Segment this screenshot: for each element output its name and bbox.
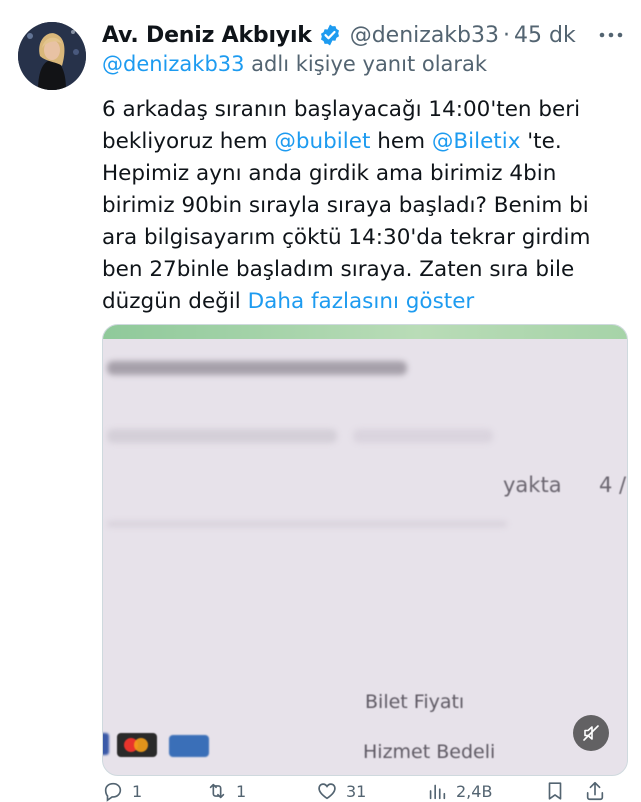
tweet-line: ben 27binle başladım sıraya. Zaten sıra … bbox=[102, 257, 575, 282]
speaker-muted-icon bbox=[583, 725, 599, 741]
screen-text-four: 4 / bbox=[599, 473, 627, 497]
tweet-line: Hepimiz aynı anda girdik ama birimiz 4bi… bbox=[102, 161, 557, 186]
mute-button[interactable] bbox=[573, 715, 609, 751]
blurred-text-line bbox=[107, 429, 337, 443]
screen-top-bar bbox=[103, 325, 627, 339]
separator-dot: · bbox=[503, 22, 511, 48]
tweet-text-segment: bekliyoruz hem bbox=[102, 129, 275, 154]
mastercard-logo-icon bbox=[117, 733, 157, 757]
reply-to-suffix: adlı kişiye yanıt olarak bbox=[244, 52, 488, 76]
mention-bubilet-link[interactable]: @bubilet bbox=[274, 129, 370, 154]
tweet-text: 6 arkadaş sıranın başlayacağı 14:00'ten … bbox=[102, 94, 622, 318]
reply-count: 1 bbox=[132, 781, 143, 801]
blurred-text-line bbox=[107, 361, 407, 375]
verified-badge-icon bbox=[318, 23, 342, 47]
blurred-text-line bbox=[353, 429, 493, 443]
screen-text-bilet-fiyati: Bilet Fiyatı bbox=[365, 691, 465, 713]
author-name[interactable]: Av. Deniz Akbıyık bbox=[102, 23, 312, 48]
like-count: 31 bbox=[346, 781, 367, 801]
show-more-link[interactable]: Daha fazlasını göster bbox=[248, 289, 475, 314]
tweet-line: birimiz 90bin sırayla sıraya başladı? Be… bbox=[102, 193, 589, 218]
reply-to-mention-link[interactable]: @denizakb33 bbox=[102, 52, 245, 76]
avatar[interactable] bbox=[18, 22, 86, 90]
views-count: 2,4B bbox=[456, 781, 493, 801]
card-logo-icon bbox=[169, 735, 209, 757]
tweet-line: 6 arkadaş sıranın başlayacağı 14:00'ten … bbox=[102, 97, 581, 122]
reply-context: @denizakb33 adlı kişiye yanıt olarak bbox=[102, 52, 487, 76]
tweet-line: bekliyoruz hem @bubilet hem @Biletix 'te… bbox=[102, 126, 622, 158]
tweet-text-segment: düzgün değil bbox=[102, 289, 248, 314]
screen-text-hizmet-bedeli: Hizmet Bedeli bbox=[363, 741, 496, 763]
screen-text-yakta: yakta bbox=[503, 473, 562, 497]
author-handle[interactable]: @denizakb33 bbox=[350, 23, 499, 48]
mention-biletix-link[interactable]: @Biletix bbox=[432, 129, 521, 154]
tweet-header: Av. Deniz Akbıyık @denizakb33 · 45 dk bbox=[102, 18, 576, 52]
tweet-text-segment: 'te. bbox=[520, 129, 562, 154]
retweet-count: 1 bbox=[236, 781, 247, 801]
tweet-line: ara bilgisayarım çöktü 14:30'da tekrar g… bbox=[102, 225, 591, 250]
card-logo-partial bbox=[103, 733, 109, 755]
timestamp[interactable]: 45 dk bbox=[514, 23, 576, 48]
tweet-video[interactable]: yakta 4 / Bilet Fiyatı Hizmet Bedeli bbox=[102, 324, 628, 776]
tweet-line: düzgün değil Daha fazlasını göster bbox=[102, 286, 622, 318]
tweet-text-segment: hem bbox=[370, 129, 432, 154]
more-options-icon[interactable] bbox=[596, 24, 626, 46]
avatar-image bbox=[18, 22, 86, 90]
blurred-divider bbox=[107, 521, 507, 527]
